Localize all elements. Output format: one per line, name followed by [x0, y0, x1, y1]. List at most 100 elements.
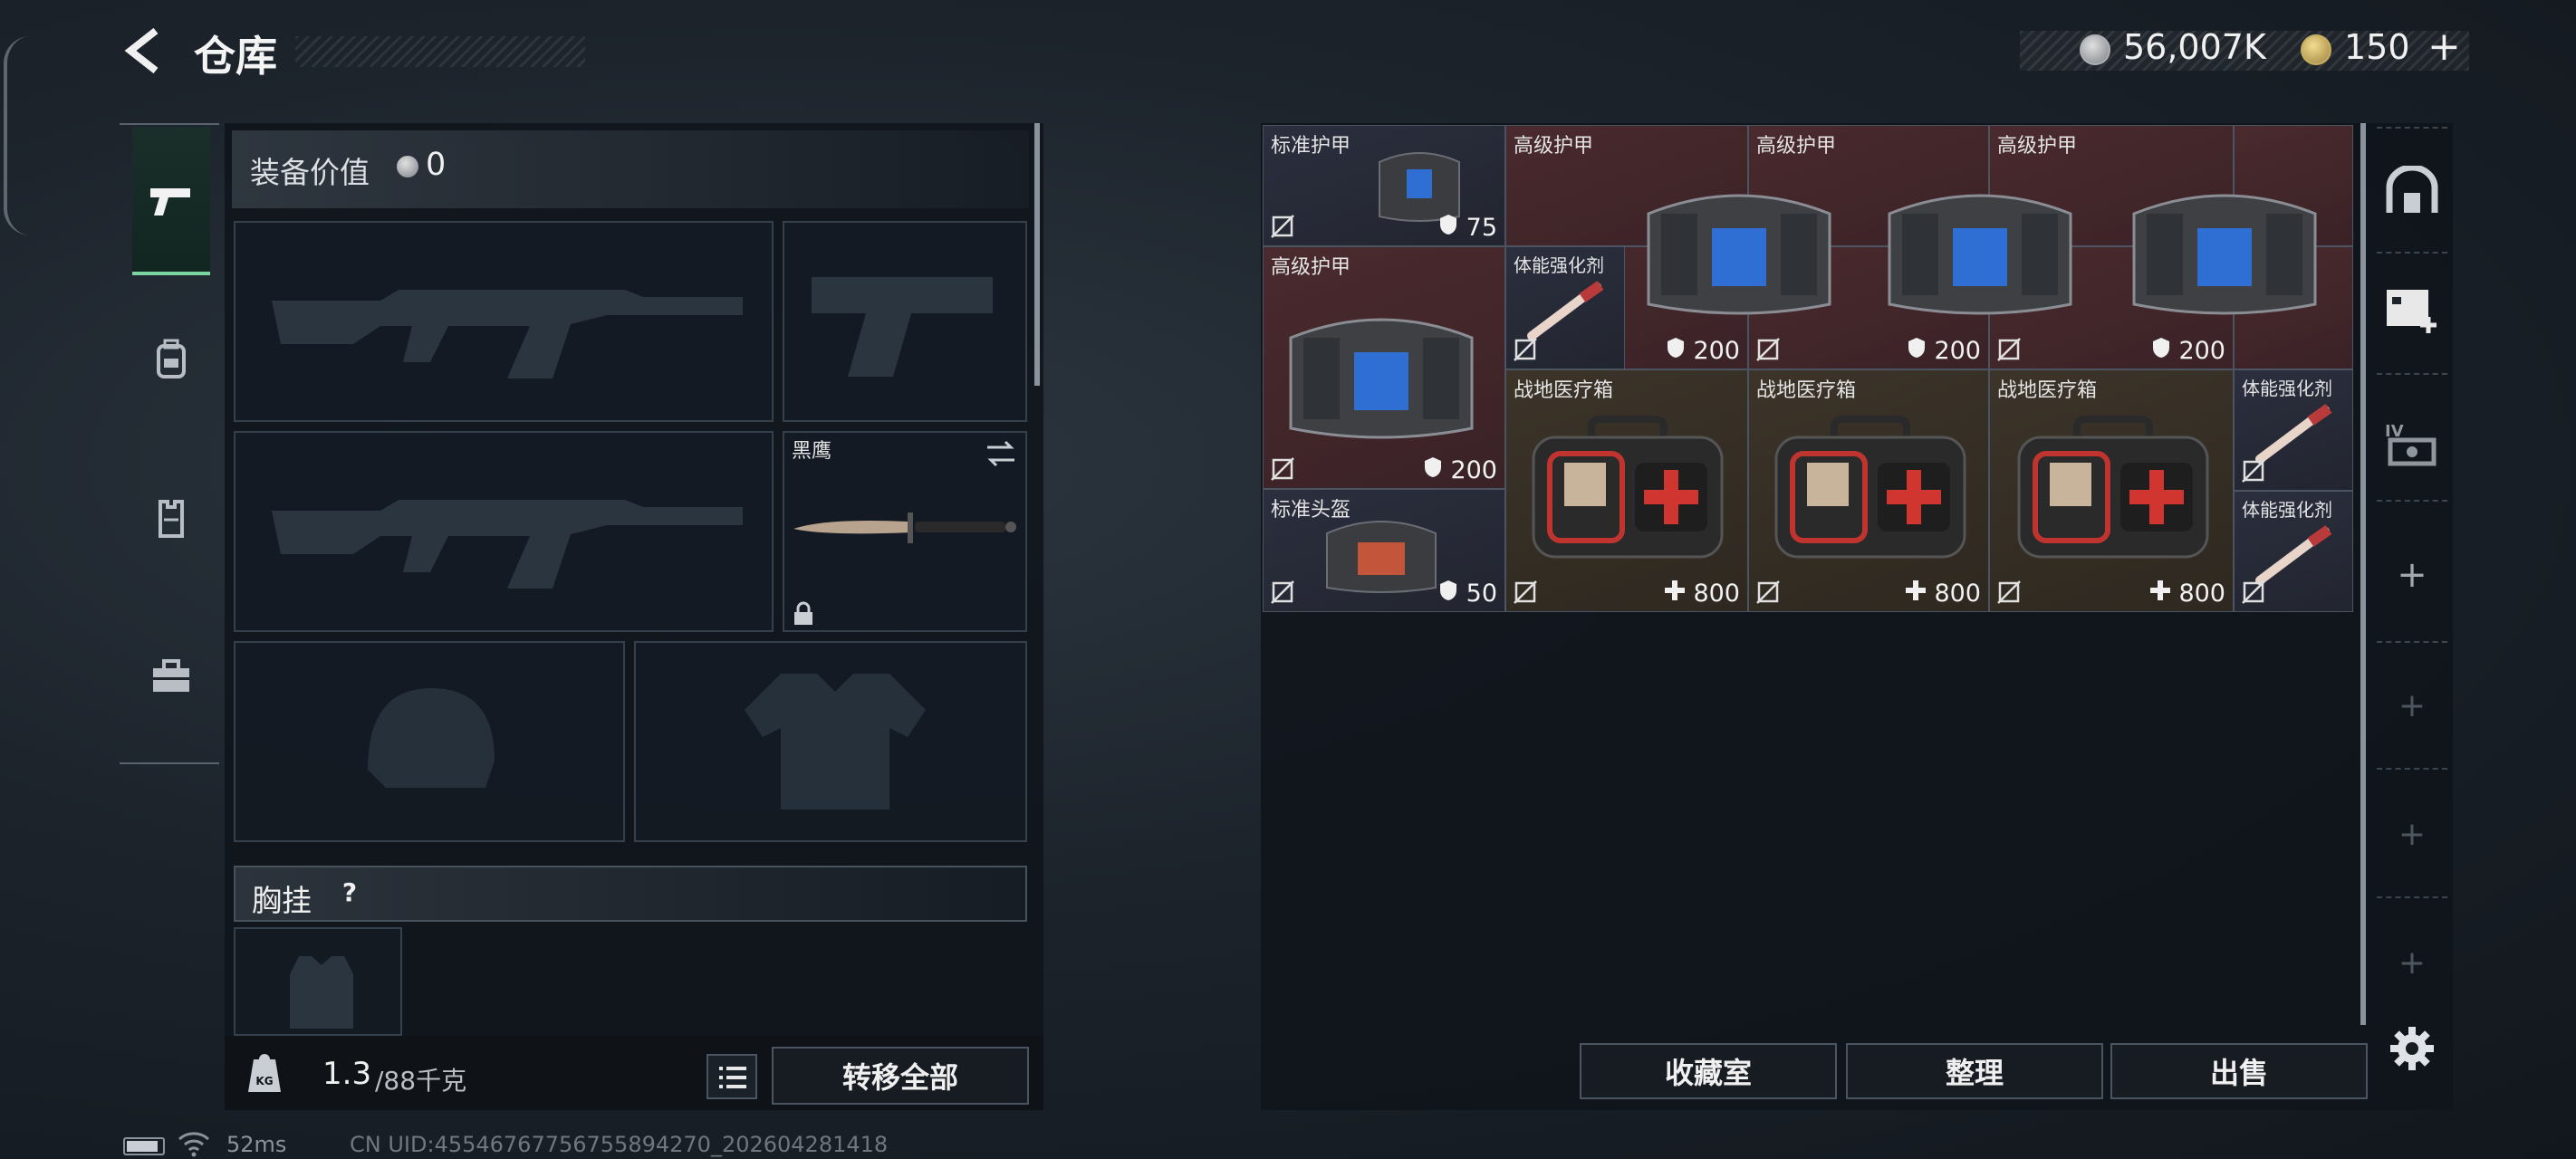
add-storage-tab-button[interactable]: +: [2377, 802, 2447, 866]
vault-icon: [2386, 166, 2438, 213]
helmet-silhouette-icon: [368, 688, 495, 788]
grid-item[interactable]: 体能强化剂: [1505, 246, 1625, 369]
plus-icon: [1664, 580, 1685, 600]
chest-rig-header: 胸挂 ?: [234, 866, 1027, 922]
armor-slot[interactable]: [634, 641, 1027, 842]
no-insurance-icon: [1997, 338, 2021, 361]
loadout-panel: 装备价值 0 黑鹰 胸挂 ? KG 1.3 /88千克 转移全部: [225, 123, 1043, 1110]
no-insurance-icon: [1997, 580, 2021, 604]
stimulant-injector-icon: [2255, 525, 2332, 585]
plus-icon: [1905, 580, 1926, 600]
shield-icon: [1440, 580, 1457, 600]
list-icon: [719, 1067, 746, 1088]
storage-scrollbar[interactable]: [2360, 123, 2366, 1025]
sidebar-divider: [2377, 127, 2447, 129]
rifle-silhouette-icon: [272, 290, 743, 378]
transfer-all-button[interactable]: 转移全部: [772, 1047, 1029, 1105]
melee-name: 黑鹰: [792, 440, 832, 463]
stimulant-injector-icon: [2255, 404, 2332, 464]
add-storage-tab-button[interactable]: +: [2377, 931, 2447, 994]
no-insurance-icon: [1514, 338, 1537, 361]
chest-rig-slot[interactable]: [234, 927, 402, 1036]
sidebar-divider: [2377, 373, 2447, 375]
vest-icon: [159, 500, 184, 538]
tab-vest[interactable]: [132, 478, 210, 561]
uid-text: CN UID:45546767756755894270_202604281418: [350, 1132, 889, 1157]
equip-value-label: 装备价值: [250, 155, 370, 190]
title-decoration: [295, 36, 585, 67]
rifle-silhouette-icon: [272, 500, 743, 589]
gold-amount: 150: [2344, 27, 2410, 67]
loadout-scrollbar[interactable]: [1034, 123, 1040, 386]
storage-tab-main[interactable]: [2377, 152, 2447, 230]
advanced-armor-icon: [1888, 194, 2072, 315]
sell-button[interactable]: 出售: [2110, 1043, 2368, 1099]
svg-text:KG: KG: [255, 1075, 273, 1087]
add-storage-tab-button[interactable]: +: [2377, 543, 2447, 607]
helmet-slot[interactable]: [234, 641, 625, 842]
shield-icon: [1424, 457, 1441, 477]
grid-item[interactable]: 战地医疗箱 800: [1505, 369, 1748, 612]
pistol-slot[interactable]: [783, 221, 1027, 422]
equip-value-row: 装备价值 0: [232, 130, 1029, 208]
shield-icon: [2152, 338, 2169, 358]
grid-item[interactable]: 高级护甲 200: [1263, 246, 1505, 489]
sidebar-divider: [2377, 768, 2447, 770]
weight-bar: KG 1.3 /88千克 转移全部: [225, 1036, 1043, 1110]
medkit-icon: [2017, 416, 2209, 559]
grid-item[interactable]: 体能强化剂: [2234, 491, 2353, 612]
add-gold-button[interactable]: +: [2427, 24, 2461, 70]
shield-icon: [1440, 215, 1457, 235]
tab-backpack[interactable]: [132, 319, 210, 402]
sidebar-divider: [2377, 896, 2447, 898]
medkit-icon: [1774, 416, 1966, 559]
equip-value: 0: [426, 147, 447, 183]
secondary-weapon-slot[interactable]: [234, 431, 774, 632]
list-view-button[interactable]: [706, 1054, 757, 1099]
gold-coin-icon: [2301, 34, 2331, 65]
advanced-armor-icon: [2132, 194, 2317, 315]
collection-room-button[interactable]: 收藏室: [1580, 1043, 1837, 1099]
medkit-icon: [1532, 416, 1724, 559]
armor-silhouette-icon: [745, 674, 926, 809]
chest-rig-label: 胸挂: [252, 883, 312, 918]
no-insurance-icon: [1271, 457, 1294, 481]
no-insurance-icon: [1514, 580, 1537, 604]
battery-icon: [123, 1137, 165, 1155]
organize-button[interactable]: 整理: [1846, 1043, 2103, 1099]
ping: 52ms: [226, 1132, 287, 1157]
add-storage-tab-button[interactable]: +: [2377, 674, 2447, 737]
grid-item[interactable]: 标准护甲 75: [1263, 125, 1505, 246]
grid-item[interactable]: 标准头盔 50: [1263, 489, 1505, 612]
silver-coin-icon: [2080, 34, 2110, 65]
storage-tab-add-card[interactable]: [2377, 272, 2447, 350]
no-insurance-icon: [1756, 580, 1780, 604]
no-insurance-icon: [1271, 580, 1294, 604]
swap-icon[interactable]: [984, 438, 1018, 469]
settings-button[interactable]: [2379, 1021, 2446, 1076]
shield-icon: [1908, 338, 1925, 358]
no-insurance-icon: [1756, 338, 1780, 361]
grid-item[interactable]: 战地医疗箱 800: [1748, 369, 1989, 612]
backpack-icon: [157, 339, 186, 378]
silver-amount: 56,007K: [2123, 27, 2266, 67]
tabs-top-line: [120, 123, 219, 125]
storage-tab-level4[interactable]: IV: [2377, 404, 2447, 482]
grid-item[interactable]: 战地医疗箱 800: [1989, 369, 2234, 612]
plus-icon: [2149, 580, 2170, 600]
add-card-icon: [2387, 290, 2437, 333]
advanced-armor-icon: [1647, 194, 1831, 315]
no-insurance-icon: [1271, 215, 1294, 238]
no-insurance-icon: [2242, 580, 2265, 604]
stimulant-injector-icon: [1527, 281, 1604, 340]
weight-current: 1.3: [322, 1056, 372, 1092]
primary-weapon-slot[interactable]: [234, 221, 774, 422]
sidebar-divider: [2377, 641, 2447, 643]
chest-rig-help-icon[interactable]: ?: [332, 875, 368, 911]
tab-toolbox[interactable]: [132, 636, 210, 719]
grid-item[interactable]: 体能强化剂: [2234, 369, 2353, 491]
back-button[interactable]: [120, 25, 165, 76]
tabs-bottom-line: [120, 762, 219, 764]
melee-slot[interactable]: 黑鹰: [783, 431, 1027, 632]
tab-weapons[interactable]: [132, 127, 210, 275]
